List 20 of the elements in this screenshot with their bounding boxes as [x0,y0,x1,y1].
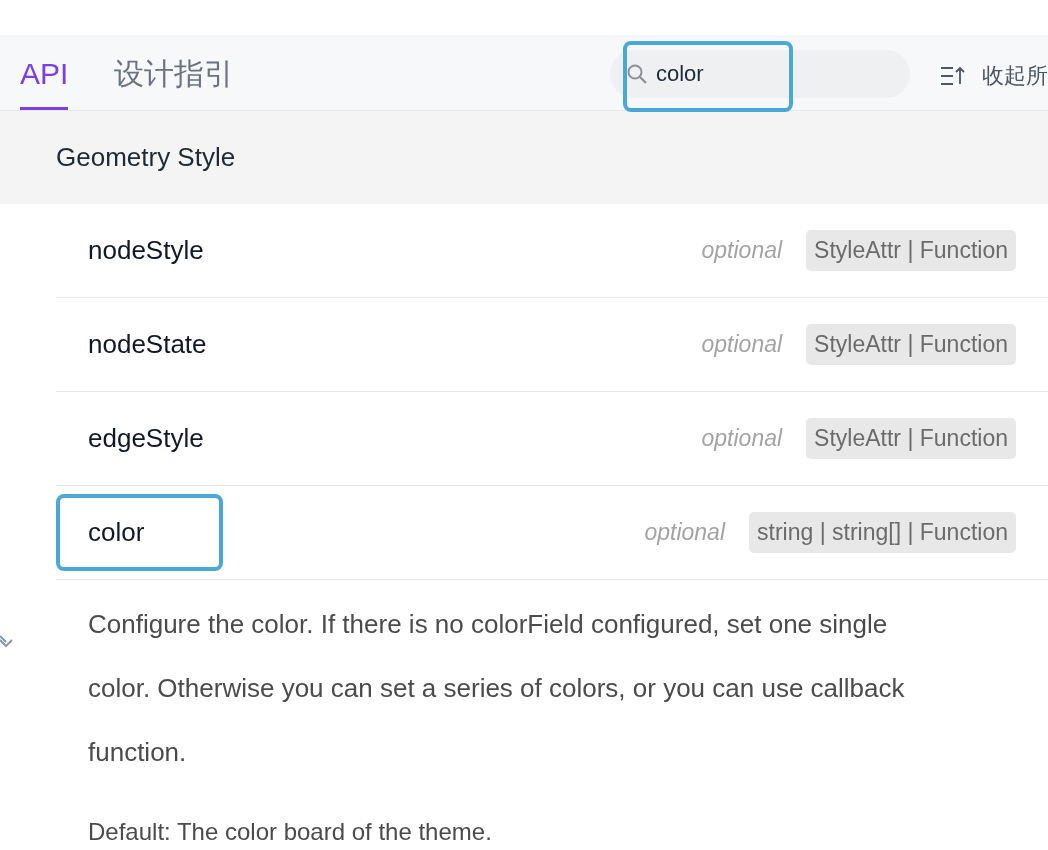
property-name: edgeStyle [87,422,204,455]
tab[interactable]: 设计指引 [114,35,235,110]
search-field[interactable]: color [610,50,910,98]
property-name: nodeState [87,328,207,361]
collapse-button[interactable]: 收起所 [940,59,1048,92]
type-tag: StyleAttr | Function [806,324,1016,365]
type-tag: string | string[] | Function [749,512,1016,553]
type-tag: StyleAttr | Function [806,418,1016,459]
optional-label: optional [701,424,783,454]
optional-label: optional [701,330,783,360]
type-tag: StyleAttr | Function [806,230,1016,271]
sort-icon [940,64,966,87]
property-name: color [87,516,145,549]
section-title: Geometry Style [56,141,236,174]
description: Configure the color. If there is no colorField configured, set one single color. Otherwise you can set a series of colors, or you can use callback function. [88,608,906,769]
optional-label: optional [701,236,783,266]
default-value: Default: The color board of the theme. [88,817,493,847]
property-name: nodeStyle [87,234,204,267]
search-icon [626,63,648,85]
optional-label: optional [644,518,725,548]
